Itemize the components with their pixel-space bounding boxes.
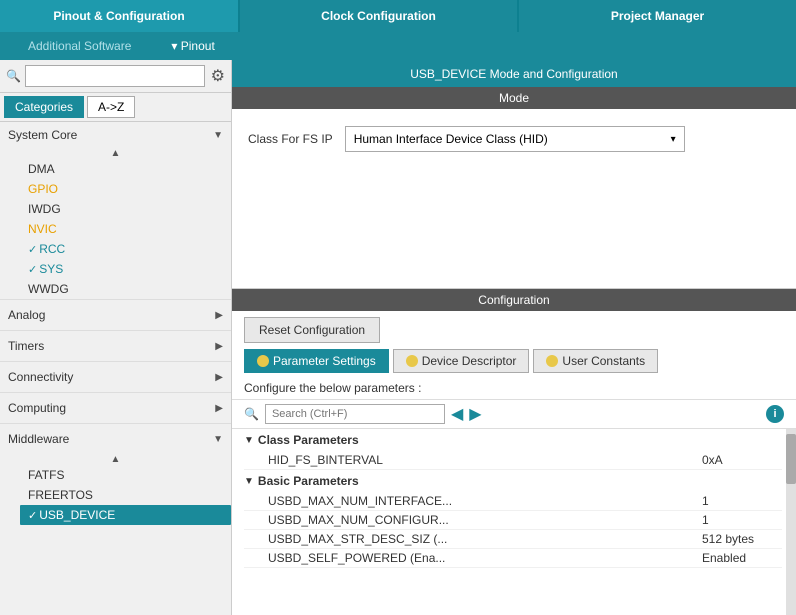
sidebar-search-input[interactable] [25, 65, 205, 87]
class-for-fs-ip-label: Class For FS IP [248, 132, 333, 146]
sidebar-item-gpio[interactable]: GPIO [20, 179, 231, 199]
device-descriptor-icon [406, 355, 418, 367]
sidebar-item-nvic[interactable]: NVIC [20, 219, 231, 239]
check-icon-rcc: ✓ [28, 243, 37, 256]
scroll-up-middleware[interactable]: ▲ [111, 454, 121, 465]
sidebar-item-usb-device[interactable]: ✓ USB_DEVICE [20, 505, 231, 525]
chevron-down-icon: ▼ [213, 130, 223, 141]
chevron-down-basic-params: ▼ [244, 476, 254, 487]
user-constants-icon [546, 355, 558, 367]
config-section: Configuration Reset Configuration Parame… [232, 289, 796, 615]
content-area: USB_DEVICE Mode and Configuration Mode C… [232, 60, 796, 615]
sidebar-section-connectivity-header[interactable]: Connectivity ▶ [0, 362, 231, 392]
param-value-usbd-max-interface: 1 [702, 494, 782, 508]
mode-header: Mode [232, 87, 796, 109]
vertical-scrollbar[interactable] [786, 429, 796, 615]
mode-section: Mode Class For FS IP Human Interface Dev… [232, 87, 796, 169]
scrollbar-thumb[interactable] [786, 434, 796, 484]
sidebar-item-fatfs[interactable]: FATFS [20, 465, 231, 485]
tab-parameter-settings[interactable]: Parameter Settings [244, 349, 389, 373]
param-value-usbd-max-config: 1 [702, 513, 782, 527]
param-row-usbd-max-interface[interactable]: USBD_MAX_NUM_INTERFACE... 1 [244, 492, 782, 511]
check-icon-usb: ✓ [28, 509, 37, 522]
tab-pinout-config[interactable]: Pinout & Configuration [0, 0, 240, 32]
class-for-fs-ip-select[interactable]: Human Interface Device Class (HID) ▾ [345, 126, 685, 152]
scroll-up-arrow[interactable]: ▲ [111, 148, 121, 159]
check-icon-sys: ✓ [28, 263, 37, 276]
sidebar-item-iwdg[interactable]: IWDG [20, 199, 231, 219]
param-value-usbd-self-powered: Enabled [702, 551, 782, 565]
sidebar-section-middleware: Middleware ▼ ▲ FATFS FREERTOS ✓ [0, 423, 231, 525]
gear-icon[interactable]: ⚙ [211, 66, 225, 86]
param-name-hid-binterval: HID_FS_BINTERVAL [268, 453, 702, 467]
param-row-usbd-max-config[interactable]: USBD_MAX_NUM_CONFIGUR... 1 [244, 511, 782, 530]
param-value-hid-binterval: 0xA [702, 453, 782, 467]
sidebar-section-computing: Computing ▶ [0, 392, 231, 423]
chevron-down-middleware: ▼ [213, 434, 223, 445]
tab-device-descriptor[interactable]: Device Descriptor [393, 349, 530, 373]
sidebar-section-middleware-header[interactable]: Middleware ▼ [0, 424, 231, 454]
sidebar-item-dma[interactable]: DMA [20, 159, 231, 179]
chevron-right-connectivity: ▶ [215, 372, 223, 383]
sidebar-section-system-core-header[interactable]: System Core ▼ [0, 122, 231, 148]
tab-a-to-z[interactable]: A->Z [87, 96, 135, 118]
dropdown-arrow-icon: ▾ [671, 134, 676, 145]
tab-project-manager[interactable]: Project Manager [519, 0, 796, 32]
sidebar-section-system-core: System Core ▼ ▲ DMA GPIO IWDG [0, 122, 231, 299]
param-search-input[interactable] [265, 404, 445, 424]
chevron-down-class-params: ▼ [244, 435, 254, 446]
tab-categories[interactable]: Categories [4, 96, 84, 118]
param-list: ▼ Class Parameters HID_FS_BINTERVAL 0xA [232, 429, 786, 615]
secondary-tab-additional-software[interactable]: Additional Software [8, 32, 151, 60]
search-icon: 🔍 [6, 69, 21, 83]
param-name-usbd-max-config: USBD_MAX_NUM_CONFIGUR... [268, 513, 702, 527]
reset-configuration-button[interactable]: Reset Configuration [244, 317, 380, 343]
param-name-usbd-max-str: USBD_MAX_STR_DESC_SIZ (... [268, 532, 702, 546]
secondary-tab-pinout[interactable]: ▾ Pinout [151, 32, 234, 60]
param-row-usbd-self-powered[interactable]: USBD_SELF_POWERED (Ena... Enabled [244, 549, 782, 568]
sidebar-section-analog-header[interactable]: Analog ▶ [0, 300, 231, 330]
tab-user-constants[interactable]: User Constants [533, 349, 658, 373]
sidebar: 🔍 ⚙ Categories A->Z System Core ▼ [0, 60, 232, 615]
sidebar-item-freertos[interactable]: FREERTOS [20, 485, 231, 505]
param-row-hid-binterval[interactable]: HID_FS_BINTERVAL 0xA [244, 451, 782, 470]
param-group-class-parameters-header[interactable]: ▼ Class Parameters [244, 429, 782, 451]
param-row-usbd-max-str[interactable]: USBD_MAX_STR_DESC_SIZ (... 512 bytes [244, 530, 782, 549]
config-header: Configuration [232, 289, 796, 311]
param-value-usbd-max-str: 512 bytes [702, 532, 782, 546]
param-group-class-parameters: ▼ Class Parameters HID_FS_BINTERVAL 0xA [244, 429, 782, 470]
param-settings-icon [257, 355, 269, 367]
sidebar-section-timers: Timers ▶ [0, 330, 231, 361]
sidebar-item-rcc[interactable]: ✓ RCC [20, 239, 231, 259]
chevron-right-analog: ▶ [215, 310, 223, 321]
chevron-right-computing: ▶ [215, 403, 223, 414]
param-group-basic-parameters: ▼ Basic Parameters USBD_MAX_NUM_INTERFAC… [244, 470, 782, 568]
param-nav-prev-icon[interactable]: ◀ [451, 404, 463, 424]
chevron-right-timers: ▶ [215, 341, 223, 352]
param-name-usbd-self-powered: USBD_SELF_POWERED (Ena... [268, 551, 702, 565]
sidebar-item-wwdg[interactable]: WWDG [20, 279, 231, 299]
content-title-bar: USB_DEVICE Mode and Configuration [232, 60, 796, 87]
info-icon[interactable]: i [766, 405, 784, 423]
param-search-icon: 🔍 [244, 407, 259, 421]
configure-text: Configure the below parameters : [232, 377, 796, 400]
sidebar-section-analog: Analog ▶ [0, 299, 231, 330]
param-nav-next-icon[interactable]: ▶ [469, 404, 481, 424]
param-name-usbd-max-interface: USBD_MAX_NUM_INTERFACE... [268, 494, 702, 508]
param-group-basic-parameters-header[interactable]: ▼ Basic Parameters [244, 470, 782, 492]
sidebar-section-connectivity: Connectivity ▶ [0, 361, 231, 392]
sidebar-section-computing-header[interactable]: Computing ▶ [0, 393, 231, 423]
sidebar-section-timers-header[interactable]: Timers ▶ [0, 331, 231, 361]
sidebar-item-sys[interactable]: ✓ SYS [20, 259, 231, 279]
tab-clock-config[interactable]: Clock Configuration [240, 0, 519, 32]
